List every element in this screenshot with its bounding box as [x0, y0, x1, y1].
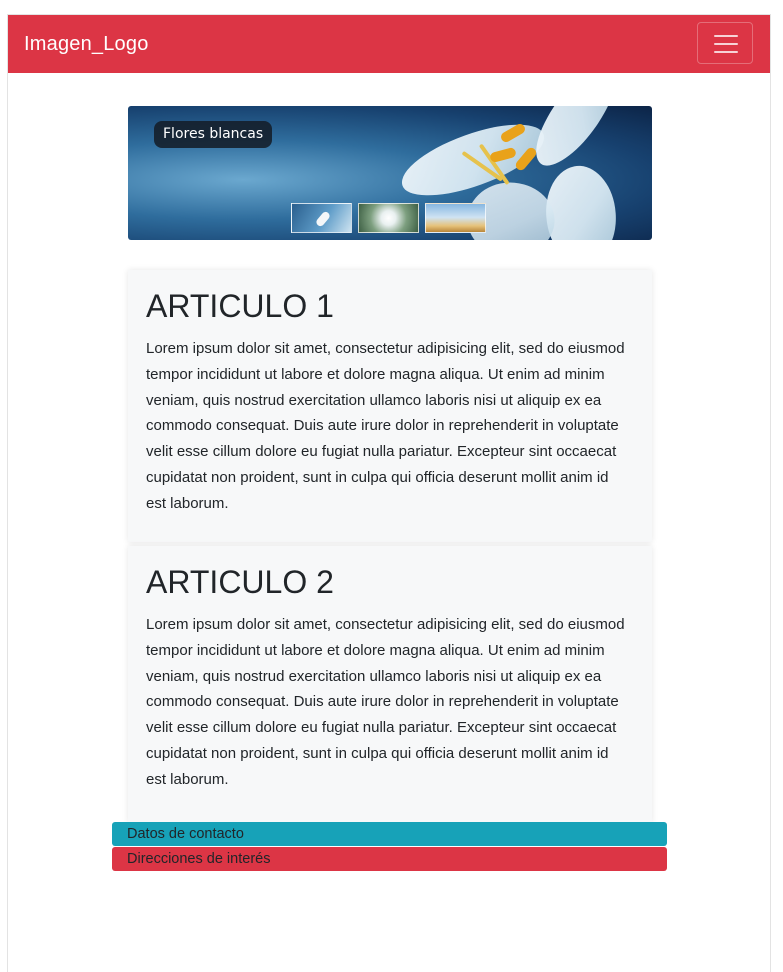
brand-logo-link[interactable]: Imagen_Logo: [24, 33, 149, 55]
thumbnail-daisy[interactable]: [358, 203, 419, 233]
hamburger-menu-icon-bar: [714, 43, 738, 45]
interest-addresses-button[interactable]: Direcciones de interés: [112, 847, 667, 871]
browser-viewport: Imagen_Logo Flores blancas ARTICULO 1 Lo…: [8, 15, 770, 972]
slide-caption: Flores blancas: [154, 121, 273, 148]
thumbnail-landscape[interactable]: [425, 203, 486, 233]
white-lily-thumbnail-icon: [314, 210, 332, 228]
article-body: Lorem ipsum dolor sit amet, consectetur …: [146, 616, 625, 788]
contact-data-button[interactable]: Datos de contacto: [112, 822, 667, 846]
article-title: ARTICULO 1: [146, 288, 334, 324]
article-card: ARTICULO 2 Lorem ipsum dolor sit amet, c…: [128, 546, 652, 823]
image-carousel[interactable]: Flores blancas: [128, 106, 652, 240]
top-navbar: Imagen_Logo: [8, 15, 770, 73]
article-body: Lorem ipsum dolor sit amet, consectetur …: [146, 340, 625, 512]
article-title: ARTICULO 2: [146, 564, 334, 600]
thumbnail-white-lily[interactable]: [291, 203, 352, 233]
navbar-toggler-button[interactable]: [697, 22, 753, 64]
hamburger-menu-icon: [714, 35, 738, 37]
hamburger-menu-icon-bar: [714, 51, 738, 53]
article-card: ARTICULO 1 Lorem ipsum dolor sit amet, c…: [128, 270, 652, 542]
